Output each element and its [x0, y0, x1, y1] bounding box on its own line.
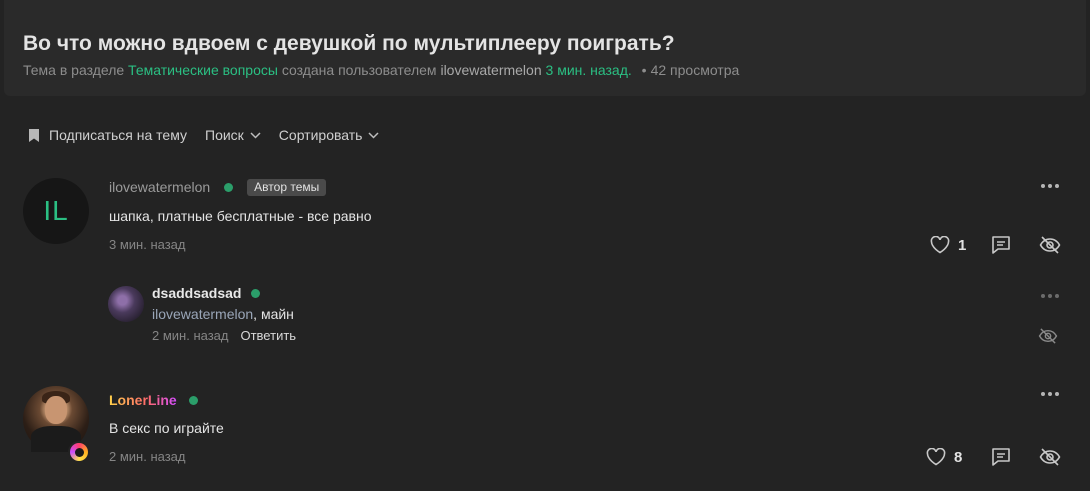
- thread-meta: Тема в разделе Тематические вопросы созд…: [23, 62, 739, 78]
- like-count: 1: [958, 236, 967, 254]
- avatar[interactable]: IL: [23, 178, 89, 244]
- search-label: Поиск: [205, 127, 244, 143]
- online-indicator: [251, 288, 261, 298]
- reply-button[interactable]: Ответить: [240, 328, 296, 343]
- more-horizontal-icon[interactable]: [1041, 294, 1059, 298]
- reply-time[interactable]: 2 мин. назад: [152, 328, 228, 343]
- author-badge: Автор темы: [247, 178, 327, 196]
- mention-link[interactable]: ilovewatermelon: [152, 306, 253, 322]
- online-indicator: [188, 395, 198, 405]
- comment-button[interactable]: [991, 447, 1011, 467]
- post-time[interactable]: 2 мин. назад: [109, 449, 185, 464]
- post-header: LonerLine: [109, 391, 198, 409]
- thread-header: Во что можно вдвоем с девушкой по мульти…: [4, 0, 1086, 96]
- reply-text: ilovewatermelon, майн: [152, 306, 294, 322]
- created-time[interactable]: 3 мин. назад.: [546, 62, 632, 78]
- like-button[interactable]: 8: [926, 448, 962, 466]
- more-horizontal-icon[interactable]: [1041, 392, 1059, 396]
- bookmark-icon: [29, 128, 39, 142]
- comment-icon: [992, 448, 1010, 466]
- meta-prefix: Тема в разделе: [23, 62, 125, 78]
- reply-meta: 2 мин. назад Ответить: [152, 328, 296, 343]
- subscribe-button[interactable]: Подписаться на тему: [23, 127, 187, 143]
- like-count: 8: [954, 448, 963, 466]
- post-text: шапка, платные бесплатные - все равно: [109, 208, 372, 224]
- heart-icon: [926, 448, 946, 466]
- heart-icon: [930, 236, 950, 254]
- username[interactable]: dsaddsadsad: [152, 285, 241, 301]
- hide-button[interactable]: [1038, 328, 1058, 344]
- username[interactable]: ilovewatermelon: [109, 179, 210, 195]
- comment-icon: [992, 236, 1010, 254]
- chevron-down-icon: [250, 131, 261, 139]
- rank-badge-icon: [68, 441, 90, 463]
- avatar[interactable]: [108, 286, 144, 322]
- reply-text-body: , майн: [253, 306, 294, 322]
- online-indicator: [224, 182, 234, 192]
- avatar-face: [45, 396, 67, 424]
- author-link[interactable]: ilovewatermelon: [440, 62, 541, 78]
- thread-title: Во что можно вдвоем с девушкой по мульти…: [23, 32, 675, 55]
- eye-off-icon: [1038, 328, 1058, 344]
- comment-button[interactable]: [991, 235, 1011, 255]
- eye-off-icon: [1039, 448, 1061, 466]
- hide-button[interactable]: [1039, 236, 1061, 254]
- post-text: В секс по играйте: [109, 420, 224, 436]
- hide-button[interactable]: [1039, 448, 1061, 466]
- search-dropdown[interactable]: Поиск: [205, 127, 261, 143]
- eye-off-icon: [1039, 236, 1061, 254]
- avatar[interactable]: [23, 386, 90, 463]
- meta-separator: •: [641, 62, 647, 78]
- like-button[interactable]: 1: [930, 236, 966, 254]
- views-count: 42 просмотра: [650, 62, 740, 78]
- post-time[interactable]: 3 мин. назад: [109, 237, 185, 252]
- sort-dropdown[interactable]: Сортировать: [279, 127, 380, 143]
- more-horizontal-icon[interactable]: [1041, 184, 1059, 188]
- section-link[interactable]: Тематические вопросы: [128, 62, 278, 78]
- chevron-down-icon: [368, 131, 379, 139]
- thread-toolbar: Подписаться на тему Поиск Сортировать: [23, 126, 397, 144]
- post-header: ilovewatermelon Автор темы: [109, 178, 327, 196]
- meta-mid: создана пользователем: [281, 62, 437, 78]
- subscribe-label: Подписаться на тему: [49, 127, 187, 143]
- username[interactable]: LonerLine: [109, 392, 177, 408]
- reply-header: dsaddsadsad: [152, 284, 261, 302]
- sort-label: Сортировать: [278, 127, 363, 143]
